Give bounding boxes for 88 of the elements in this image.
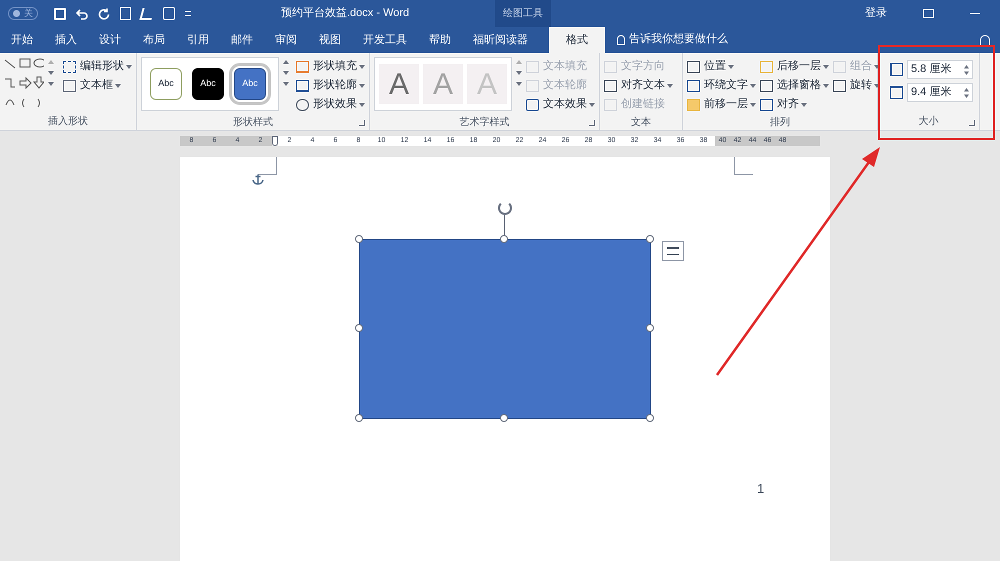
dialog-launcher-icon[interactable] — [969, 120, 975, 126]
ribbon-command[interactable]: 文本框 — [63, 76, 132, 95]
dialog-launcher-icon[interactable] — [589, 120, 595, 126]
width-field[interactable]: 9.4 厘米 — [907, 83, 973, 102]
rotate-handle-icon[interactable] — [498, 201, 512, 215]
dropdown-caret-icon — [115, 84, 121, 88]
more-icon[interactable] — [283, 82, 290, 86]
redo-icon[interactable] — [98, 8, 110, 20]
dropdown-caret-icon — [874, 64, 880, 68]
shape-style-preset[interactable]: Abc — [192, 68, 224, 100]
scroll-up-icon[interactable] — [283, 60, 290, 64]
dialog-launcher-icon[interactable] — [359, 120, 365, 126]
ribbon-tab[interactable]: 引用 — [176, 27, 220, 53]
resize-handle[interactable] — [355, 324, 363, 332]
dropdown-caret-icon — [359, 102, 365, 106]
ribbon-command[interactable]: 环绕文字 — [687, 76, 756, 95]
dropdown-caret-icon — [874, 84, 880, 88]
ribbon-tab[interactable]: 格式 — [549, 27, 605, 53]
ribbon-command[interactable]: 编辑形状 — [63, 57, 132, 76]
resize-handle[interactable] — [646, 324, 654, 332]
ribbon-tab[interactable]: 邮件 — [220, 27, 264, 53]
group-label: 插入形状 — [48, 114, 88, 129]
group-label: 艺术字样式 — [460, 116, 510, 130]
spinner-icon[interactable] — [964, 64, 969, 74]
dropdown-caret-icon — [750, 102, 756, 106]
ribbon-tab[interactable]: 布局 — [132, 27, 176, 53]
group-label: 文本 — [631, 116, 651, 130]
ribbon-command[interactable]: 对齐文本 — [604, 76, 673, 95]
ribbon-tab[interactable]: 设计 — [88, 27, 132, 53]
shape-style-preset[interactable]: Abc — [150, 68, 182, 100]
group-label: 排列 — [770, 116, 790, 130]
wordart-preset[interactable]: A — [379, 64, 419, 104]
tell-me-field[interactable]: 告诉我你想要做什么 — [629, 30, 728, 47]
resize-handle[interactable] — [355, 235, 363, 243]
resize-handle[interactable] — [355, 414, 363, 422]
dropdown-caret-icon — [823, 84, 829, 88]
corner-mark-drawing — [258, 157, 277, 175]
group-label: 形状样式 — [233, 116, 273, 130]
ribbon-tab[interactable]: 插入 — [44, 27, 88, 53]
dropdown-caret-icon — [823, 64, 829, 68]
resize-handle[interactable] — [646, 414, 654, 422]
dropdown-caret-icon — [728, 64, 734, 68]
scroll-down-icon[interactable] — [48, 71, 54, 75]
scroll-down-icon[interactable] — [516, 71, 522, 75]
spinner-icon[interactable] — [964, 88, 969, 98]
ribbon-command[interactable]: 前移一层 — [687, 95, 756, 114]
ribbon-tab[interactable]: 开发工具 — [352, 27, 418, 53]
anchor-icon — [252, 173, 264, 185]
edit-points-icon — [63, 60, 76, 72]
ribbon-command[interactable]: 位置 — [687, 57, 756, 76]
ribbon-command[interactable]: 后移一层 — [760, 57, 829, 76]
more-icon[interactable] — [516, 82, 522, 86]
contextual-tab-label: 绘图工具 — [495, 0, 551, 27]
dropdown-caret-icon — [126, 64, 132, 68]
ribbon-tab[interactable]: 视图 — [308, 27, 352, 53]
group-label: 大小 — [918, 114, 938, 128]
ribbon-tab[interactable]: 帮助 — [418, 27, 462, 53]
undo-icon[interactable] — [76, 8, 88, 20]
dropdown-caret-icon — [667, 84, 673, 88]
dropdown-caret-icon — [359, 84, 365, 88]
ribbon-command[interactable]: 对齐 — [760, 95, 829, 114]
customize-toolbar-icon[interactable] — [185, 11, 191, 16]
ribbon-tab[interactable]: 福昕阅读器 — [462, 27, 539, 53]
ribbon-command[interactable]: 形状效果 — [296, 95, 365, 114]
ribbon-command[interactable]: 文本效果 — [526, 95, 595, 114]
ribbon-command[interactable]: 旋转 — [833, 76, 880, 95]
more-icon[interactable] — [48, 82, 54, 86]
height-field[interactable]: 5.8 厘米 — [907, 60, 973, 79]
page-number: 1 — [757, 480, 764, 498]
resize-handle[interactable] — [500, 414, 508, 422]
ribbon-command[interactable]: 选择窗格 — [760, 76, 829, 95]
layout-options-icon[interactable] — [662, 241, 684, 261]
indent-marker[interactable] — [272, 136, 278, 146]
ribbon-tab[interactable]: 开始 — [0, 27, 44, 53]
sign-in-link[interactable]: 登录 — [865, 5, 887, 22]
corner-mark-drawing — [734, 157, 753, 175]
ribbon-command[interactable]: 形状轮廓 — [296, 76, 365, 95]
resize-handle[interactable] — [646, 235, 654, 243]
dropdown-caret-icon — [589, 102, 595, 106]
ribbon-command[interactable]: 形状填充 — [296, 57, 365, 76]
scroll-down-icon[interactable] — [283, 71, 290, 75]
resize-handle[interactable] — [500, 235, 508, 243]
dropdown-caret-icon — [359, 64, 365, 68]
window-title: 预约平台效益.docx - Word — [281, 6, 410, 22]
autosave-toggle[interactable]: 关 — [8, 7, 38, 20]
dropdown-caret-icon — [801, 102, 807, 106]
dropdown-caret-icon — [750, 84, 756, 88]
ribbon-tab[interactable]: 审阅 — [264, 27, 308, 53]
